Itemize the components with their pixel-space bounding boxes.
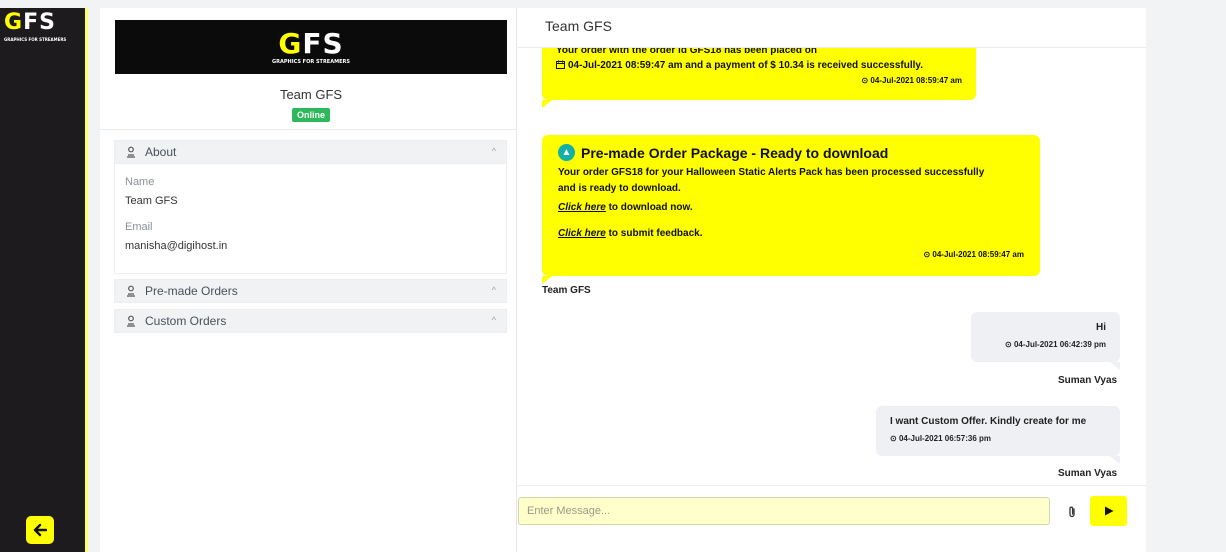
about-details: Name Team GFS Email manisha@digihost.in <box>114 164 507 274</box>
field-label-name: Name <box>125 176 155 188</box>
rail-logo[interactable]: GFS GRAPHICS FOR STREAMERS <box>4 10 82 42</box>
send-button[interactable] <box>1090 496 1127 526</box>
accordion-header-about[interactable]: About ^ <box>114 140 507 164</box>
main-panel: GFS GRAPHICS FOR STREAMERS Team GFS Onli… <box>100 8 1146 552</box>
message-timestamp: ⊙ 04-Jul-2021 08:59:47 am <box>923 250 1024 259</box>
feedback-link[interactable]: Click here <box>558 228 606 239</box>
accordion-label: Pre-made Orders <box>145 284 238 298</box>
message-timestamp: ⊙ 04-Jul-2021 08:59:47 am <box>861 76 962 85</box>
arrow-left-icon <box>33 523 47 537</box>
message-sender: Suman Vyas <box>1058 375 1118 386</box>
user-icon <box>127 146 135 158</box>
message-sender: Team GFS <box>542 285 591 296</box>
clock-icon: ⊙ <box>1005 340 1014 349</box>
chat-title: Team GFS <box>545 18 612 34</box>
calendar-icon <box>556 60 565 69</box>
divider <box>100 129 517 130</box>
accordion-custom-orders: Custom Orders ^ <box>114 309 507 333</box>
left-rail: GFS GRAPHICS FOR STREAMERS <box>0 8 85 552</box>
top-strip <box>0 0 1226 8</box>
message-bubble: ▲ Pre-made Order Package - Ready to down… <box>542 135 1040 284</box>
message-list[interactable]: Your order with the order id GFS18 has b… <box>518 48 1146 485</box>
chevron-up-icon: ^ <box>491 315 496 325</box>
status-badge: Online <box>291 108 330 122</box>
message-bubble: Hi ⊙ 04-Jul-2021 06:42:39 pm <box>971 312 1120 370</box>
message-text: Your order with the order id GFS18 has b… <box>556 48 817 56</box>
profile-panel: GFS GRAPHICS FOR STREAMERS Team GFS Onli… <box>100 8 517 552</box>
send-icon <box>1104 506 1113 516</box>
message-text: Your order GFS18 for your Halloween Stat… <box>558 167 985 178</box>
message-timestamp: ⊙ 04-Jul-2021 06:42:39 pm <box>1005 340 1106 349</box>
field-value-name: Team GFS <box>125 195 178 207</box>
banner-logo: GFS <box>278 26 344 60</box>
download-file-icon: ▲ <box>558 144 575 161</box>
rail-edge <box>85 8 88 552</box>
message-timestamp: ⊙ 04-Jul-2021 06:57:36 pm <box>890 434 991 443</box>
profile-name: Team GFS <box>279 87 343 102</box>
message-bubble: Your order with the order id GFS18 has b… <box>542 48 976 108</box>
message-bubble: I want Custom Offer. Kindly create for m… <box>876 406 1120 464</box>
chevron-up-icon: ^ <box>491 146 496 156</box>
paperclip-icon[interactable] <box>1065 505 1079 519</box>
chat-panel: Team GFS Your order with the order id GF… <box>518 8 1146 552</box>
message-text: I want Custom Offer. Kindly create for m… <box>890 416 1087 427</box>
clock-icon: ⊙ <box>890 434 899 443</box>
message-text: and is ready to download. <box>558 183 681 194</box>
message-heading: Pre-made Order Package - Ready to downlo… <box>581 144 889 161</box>
field-label-email: Email <box>125 221 153 233</box>
profile-banner: GFS GRAPHICS FOR STREAMERS <box>115 20 507 74</box>
accordion-premade-orders: Pre-made Orders ^ <box>114 279 507 303</box>
message-text: Hi <box>1096 322 1106 333</box>
chevron-up-icon: ^ <box>491 285 496 295</box>
field-value-email: manisha@digihost.in <box>125 240 228 252</box>
message-text: 04-Jul-2021 08:59:47 am and a payment of… <box>568 60 924 71</box>
user-icon <box>127 315 135 327</box>
accordion-label: About <box>145 145 177 159</box>
message-input[interactable] <box>518 497 1050 525</box>
accordion-header-custom-orders[interactable]: Custom Orders ^ <box>114 309 507 333</box>
accordion-label: Custom Orders <box>145 314 227 328</box>
user-icon <box>127 285 135 297</box>
divider <box>518 485 1146 486</box>
message-sender: Suman Vyas <box>1058 468 1118 479</box>
accordion-about: About ^ Name Team GFS Email manisha@digi… <box>114 140 507 274</box>
download-link[interactable]: Click here <box>558 202 606 213</box>
accordion-header-premade-orders[interactable]: Pre-made Orders ^ <box>114 279 507 303</box>
back-button[interactable] <box>26 516 54 544</box>
